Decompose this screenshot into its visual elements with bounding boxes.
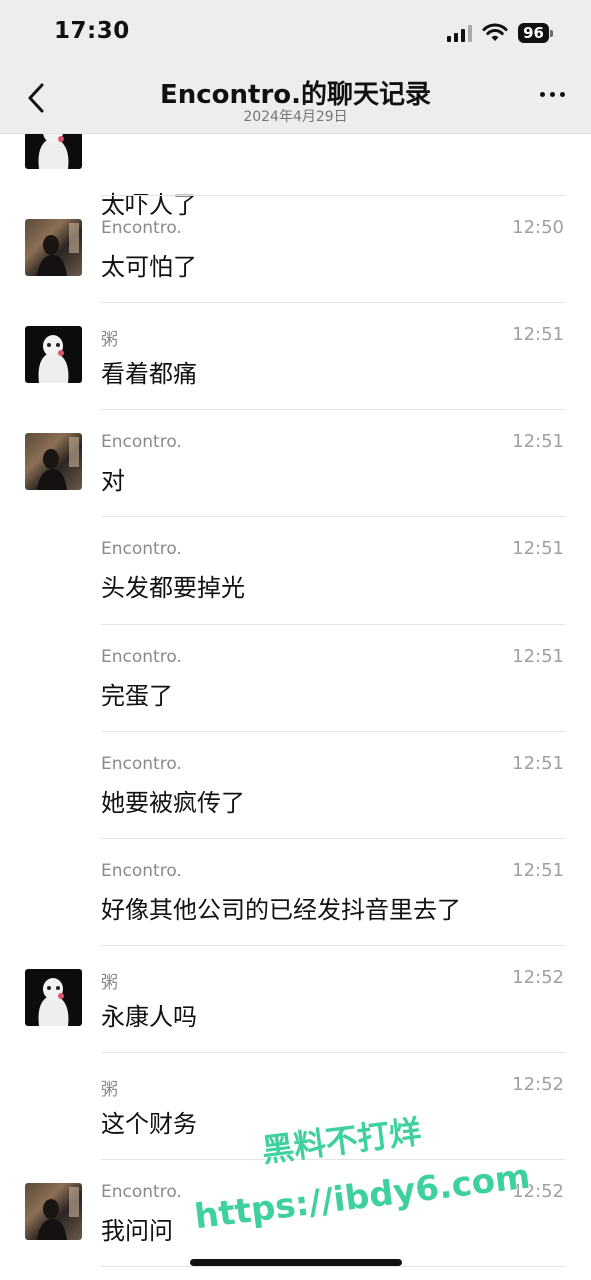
message-time: 12:51 <box>512 538 564 559</box>
sender-name: Encontro. <box>101 861 182 881</box>
message-time: 12:51 <box>512 324 564 345</box>
message-text: 头发都要掉光 <box>101 574 245 602</box>
avatar <box>25 1183 82 1240</box>
status-bar: 17:30 96 <box>0 0 591 62</box>
message-time: 12:51 <box>512 860 564 881</box>
status-icons: 96 <box>447 20 553 46</box>
message-text: 她要被疯传了 <box>101 789 245 817</box>
avatar <box>25 969 82 1026</box>
sender-name: Encontro. <box>101 432 182 452</box>
message-text: 永康人吗 <box>101 1003 197 1031</box>
message-row: 粥 12:52 永康人吗 <box>0 946 591 1053</box>
sender-name: 粥 <box>101 973 118 993</box>
avatar <box>25 134 82 169</box>
message-row: 太吓人了 <box>0 134 591 219</box>
message-text: 我问问 <box>101 1217 173 1245</box>
message-time: 12:50 <box>512 217 564 238</box>
sender-name: 粥 <box>101 1080 118 1100</box>
message-row: 粥 12:51 看着都痛 <box>0 303 591 410</box>
message-text: 看着都痛 <box>101 360 197 388</box>
message-row: Encontro. 12:50 太可怕了 <box>0 196 591 303</box>
message-row: Encontro. 12:51 头发都要掉光 <box>0 517 591 624</box>
battery-level: 96 <box>518 23 549 43</box>
avatar <box>25 326 82 383</box>
message-row: Encontro. 12:51 她要被疯传了 <box>0 732 591 839</box>
sender-name: 粥 <box>101 330 118 350</box>
message-time: 12:52 <box>512 967 564 988</box>
watermark-line1: 黑料不打烊 <box>260 1112 423 1169</box>
divider <box>101 1266 565 1267</box>
watermark: 黑料不打烊 https://ibdy6.com <box>192 1112 530 1228</box>
nav-bar: Encontro.的聊天记录 2024年4月29日 <box>0 62 591 134</box>
sender-name: Encontro. <box>101 1182 182 1202</box>
message-time: 12:51 <box>512 431 564 452</box>
sender-name: Encontro. <box>101 754 182 774</box>
sender-name: Encontro. <box>101 218 182 238</box>
message-row: Encontro. 12:51 完蛋了 <box>0 625 591 732</box>
avatar <box>25 219 82 276</box>
message-text: 这个财务 <box>101 1110 197 1138</box>
message-text: 完蛋了 <box>101 682 173 710</box>
status-time: 17:30 <box>54 18 130 44</box>
battery-icon: 96 <box>518 23 553 43</box>
page-subtitle: 2024年4月29日 <box>243 109 348 125</box>
message-time: 12:51 <box>512 753 564 774</box>
signal-icon <box>447 24 473 42</box>
sender-name: Encontro. <box>101 539 182 559</box>
message-row: Encontro. 12:51 对 <box>0 410 591 517</box>
message-text: 好像其他公司的已经发抖音里去了 <box>101 896 461 924</box>
more-button[interactable] <box>540 92 565 97</box>
wifi-icon <box>482 23 508 41</box>
more-dots-icon <box>540 92 545 97</box>
message-text: 对 <box>101 467 125 495</box>
home-indicator[interactable] <box>190 1259 402 1266</box>
message-text: 太可怕了 <box>101 253 197 281</box>
watermark-line2: https://ibdy6.com <box>192 1156 530 1228</box>
message-row: Encontro. 12:51 好像其他公司的已经发抖音里去了 <box>0 839 591 946</box>
avatar <box>25 433 82 490</box>
message-time: 12:51 <box>512 646 564 667</box>
message-time: 12:52 <box>512 1074 564 1095</box>
sender-name: Encontro. <box>101 647 182 667</box>
